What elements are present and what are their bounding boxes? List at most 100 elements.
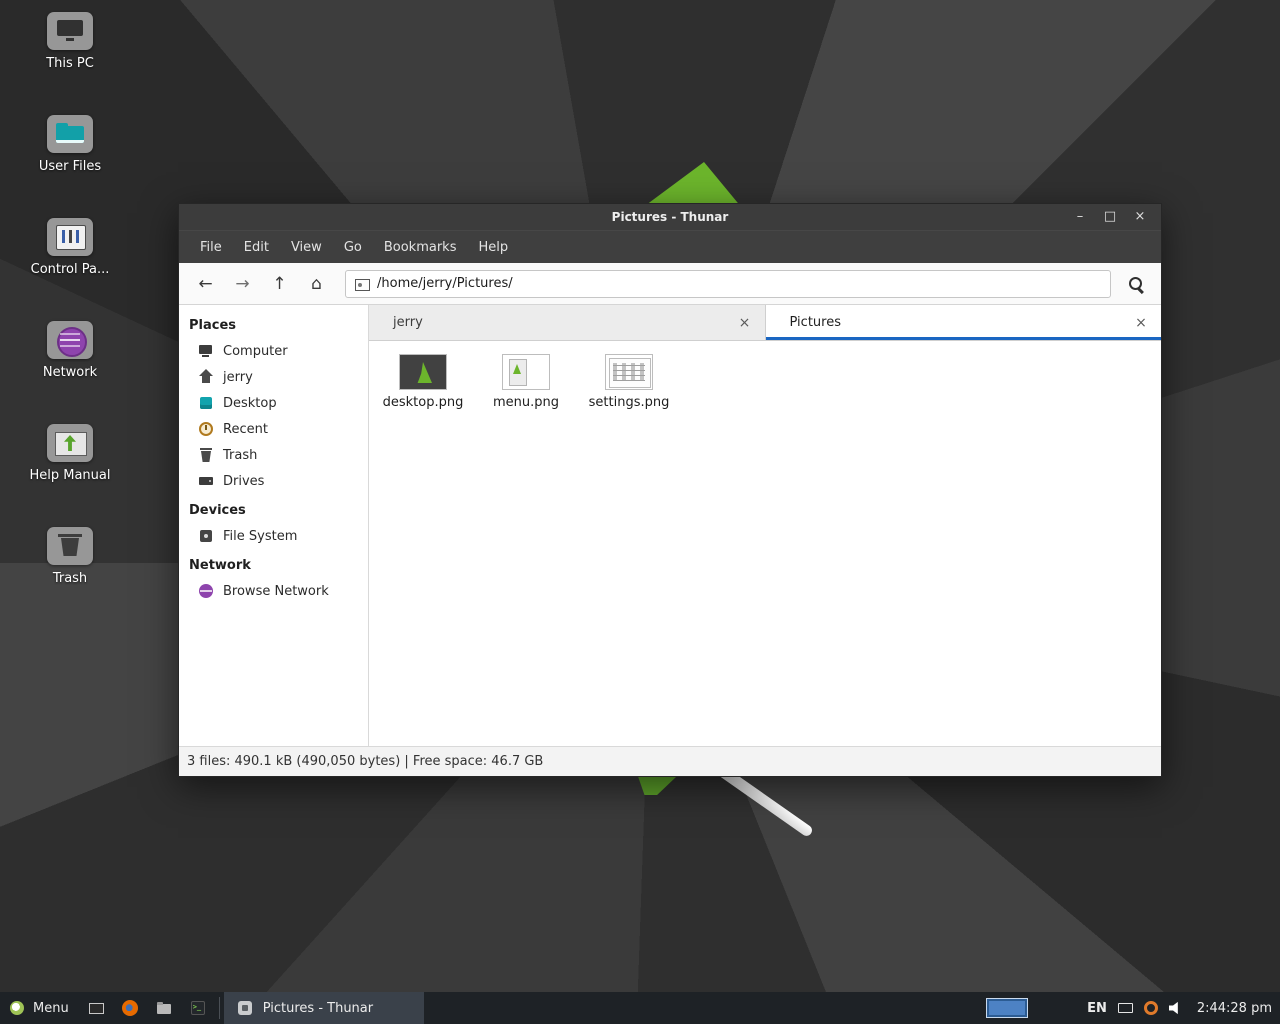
show-desktop-button[interactable] xyxy=(79,992,113,1024)
sidebar-item-recent[interactable]: Recent xyxy=(179,416,368,442)
up-button[interactable]: ↑ xyxy=(261,268,298,300)
desktop-icon-label: Trash xyxy=(53,571,87,586)
workspace-switcher[interactable] xyxy=(986,998,1028,1018)
file-view[interactable]: desktop.png menu.png settings.png xyxy=(369,341,1161,746)
control-panel-icon xyxy=(47,218,93,256)
forward-button[interactable]: → xyxy=(224,268,261,300)
desktop-icon-column: This PC User Files Control Pa... Network… xyxy=(0,12,140,630)
back-button[interactable]: ← xyxy=(187,268,224,300)
keyboard-layout-icon[interactable] xyxy=(1118,1003,1133,1013)
sidebar-item-jerry[interactable]: jerry xyxy=(179,364,368,390)
desktop-icon-label: Control Pa... xyxy=(31,262,110,277)
notification-ring-icon[interactable] xyxy=(1144,1001,1158,1015)
desktop-icon-user-files[interactable]: User Files xyxy=(0,115,140,174)
clock[interactable]: 2:44:28 pm xyxy=(1197,1001,1272,1016)
computer-icon xyxy=(198,343,214,359)
desktop-screen: This PC User Files Control Pa... Network… xyxy=(0,0,1280,1024)
minimize-button[interactable]: – xyxy=(1065,204,1095,230)
window-controls: – □ × xyxy=(1065,204,1155,230)
taskbar-task-pictures-thunar[interactable]: Pictures - Thunar xyxy=(224,992,424,1024)
trash-icon xyxy=(47,527,93,565)
window-body: Places Computer jerry Desktop Recent xyxy=(179,305,1161,746)
file-manager-icon xyxy=(155,999,173,1017)
desktop-icon-trash[interactable]: Trash xyxy=(0,527,140,586)
sidebar-item-desktop[interactable]: Desktop xyxy=(179,390,368,416)
volume-icon[interactable] xyxy=(1169,1001,1184,1015)
file-name: settings.png xyxy=(589,395,670,410)
help-manual-icon xyxy=(47,424,93,462)
image-thumbnail xyxy=(605,354,653,390)
sidebar-item-label: Trash xyxy=(223,448,257,463)
tab-pictures[interactable]: Pictures × xyxy=(766,305,1162,340)
status-bar: 3 files: 490.1 kB (490,050 bytes) | Free… xyxy=(179,746,1161,776)
desktop-icon-label: Network xyxy=(43,365,97,380)
menu-file[interactable]: File xyxy=(189,231,233,263)
menu-edit[interactable]: Edit xyxy=(233,231,280,263)
image-thumbnail xyxy=(399,354,447,390)
tab-close-icon[interactable]: × xyxy=(735,315,755,331)
tab-label: jerry xyxy=(393,315,735,330)
sidebar-item-label: Computer xyxy=(223,344,288,359)
system-tray: EN 2:44:28 pm xyxy=(986,998,1280,1018)
sidebar: Places Computer jerry Desktop Recent xyxy=(179,305,369,746)
tab-bar: jerry × Pictures × xyxy=(369,305,1161,341)
taskbar: Menu Pictures - Thunar EN 2:44:28 pm xyxy=(0,992,1280,1024)
file-menu-png[interactable]: menu.png xyxy=(478,354,574,410)
trash-icon xyxy=(198,447,214,463)
show-desktop-icon xyxy=(87,999,105,1017)
taskbar-separator xyxy=(219,997,220,1019)
tab-close-icon[interactable]: × xyxy=(1131,315,1151,331)
sidebar-item-trash[interactable]: Trash xyxy=(179,442,368,468)
thunar-icon xyxy=(236,999,254,1017)
file-name: menu.png xyxy=(493,395,559,410)
firefox-launcher[interactable] xyxy=(113,992,147,1024)
file-manager-launcher[interactable] xyxy=(147,992,181,1024)
menu-view[interactable]: View xyxy=(280,231,333,263)
tab-jerry[interactable]: jerry × xyxy=(369,305,766,340)
thunar-window: Pictures - Thunar – □ × File Edit View G… xyxy=(178,203,1162,777)
desktop-icon-this-pc[interactable]: This PC xyxy=(0,12,140,71)
menu-logo-icon xyxy=(8,999,26,1017)
sidebar-item-drives[interactable]: Drives xyxy=(179,468,368,494)
search-button[interactable] xyxy=(1119,268,1153,300)
maximize-button[interactable]: □ xyxy=(1095,204,1125,230)
sidebar-item-computer[interactable]: Computer xyxy=(179,338,368,364)
language-indicator[interactable]: EN xyxy=(1087,1001,1107,1016)
terminal-launcher[interactable] xyxy=(181,992,215,1024)
current-path: /home/jerry/Pictures/ xyxy=(377,276,513,291)
sidebar-item-label: jerry xyxy=(223,370,253,385)
toolbar: ← → ↑ ⌂ /home/jerry/Pictures/ xyxy=(179,263,1161,305)
search-icon xyxy=(1127,275,1145,293)
file-system-icon xyxy=(198,528,214,544)
file-name: desktop.png xyxy=(383,395,464,410)
status-text: 3 files: 490.1 kB (490,050 bytes) | Free… xyxy=(187,754,543,769)
desktop-icon-control-panel[interactable]: Control Pa... xyxy=(0,218,140,277)
desktop-icon-label: This PC xyxy=(46,56,94,71)
menu-bookmarks[interactable]: Bookmarks xyxy=(373,231,468,263)
home-icon xyxy=(198,369,214,385)
sidebar-item-label: Drives xyxy=(223,474,264,489)
file-settings-png[interactable]: settings.png xyxy=(581,354,677,410)
sidebar-section-devices: Devices xyxy=(179,494,368,523)
network-globe-icon xyxy=(198,583,214,599)
window-title: Pictures - Thunar xyxy=(612,210,729,224)
desktop-icon-network[interactable]: Network xyxy=(0,321,140,380)
menu-go[interactable]: Go xyxy=(333,231,373,263)
desktop-icon-help-manual[interactable]: Help Manual xyxy=(0,424,140,483)
file-desktop-png[interactable]: desktop.png xyxy=(375,354,471,410)
sidebar-item-file-system[interactable]: File System xyxy=(179,523,368,549)
path-bar[interactable]: /home/jerry/Pictures/ xyxy=(345,270,1111,298)
menu-button[interactable]: Menu xyxy=(0,992,79,1024)
close-button[interactable]: × xyxy=(1125,204,1155,230)
image-thumbnail xyxy=(502,354,550,390)
main-pane: jerry × Pictures × desktop.png xyxy=(369,305,1161,746)
menu-help[interactable]: Help xyxy=(467,231,519,263)
sidebar-item-label: Desktop xyxy=(223,396,277,411)
home-button[interactable]: ⌂ xyxy=(298,268,335,300)
desktop-folder-icon xyxy=(198,395,214,411)
computer-icon xyxy=(47,12,93,50)
window-titlebar[interactable]: Pictures - Thunar – □ × xyxy=(179,204,1161,230)
sidebar-item-browse-network[interactable]: Browse Network xyxy=(179,578,368,604)
network-globe-icon xyxy=(47,321,93,359)
desktop-icon-label: User Files xyxy=(39,159,101,174)
